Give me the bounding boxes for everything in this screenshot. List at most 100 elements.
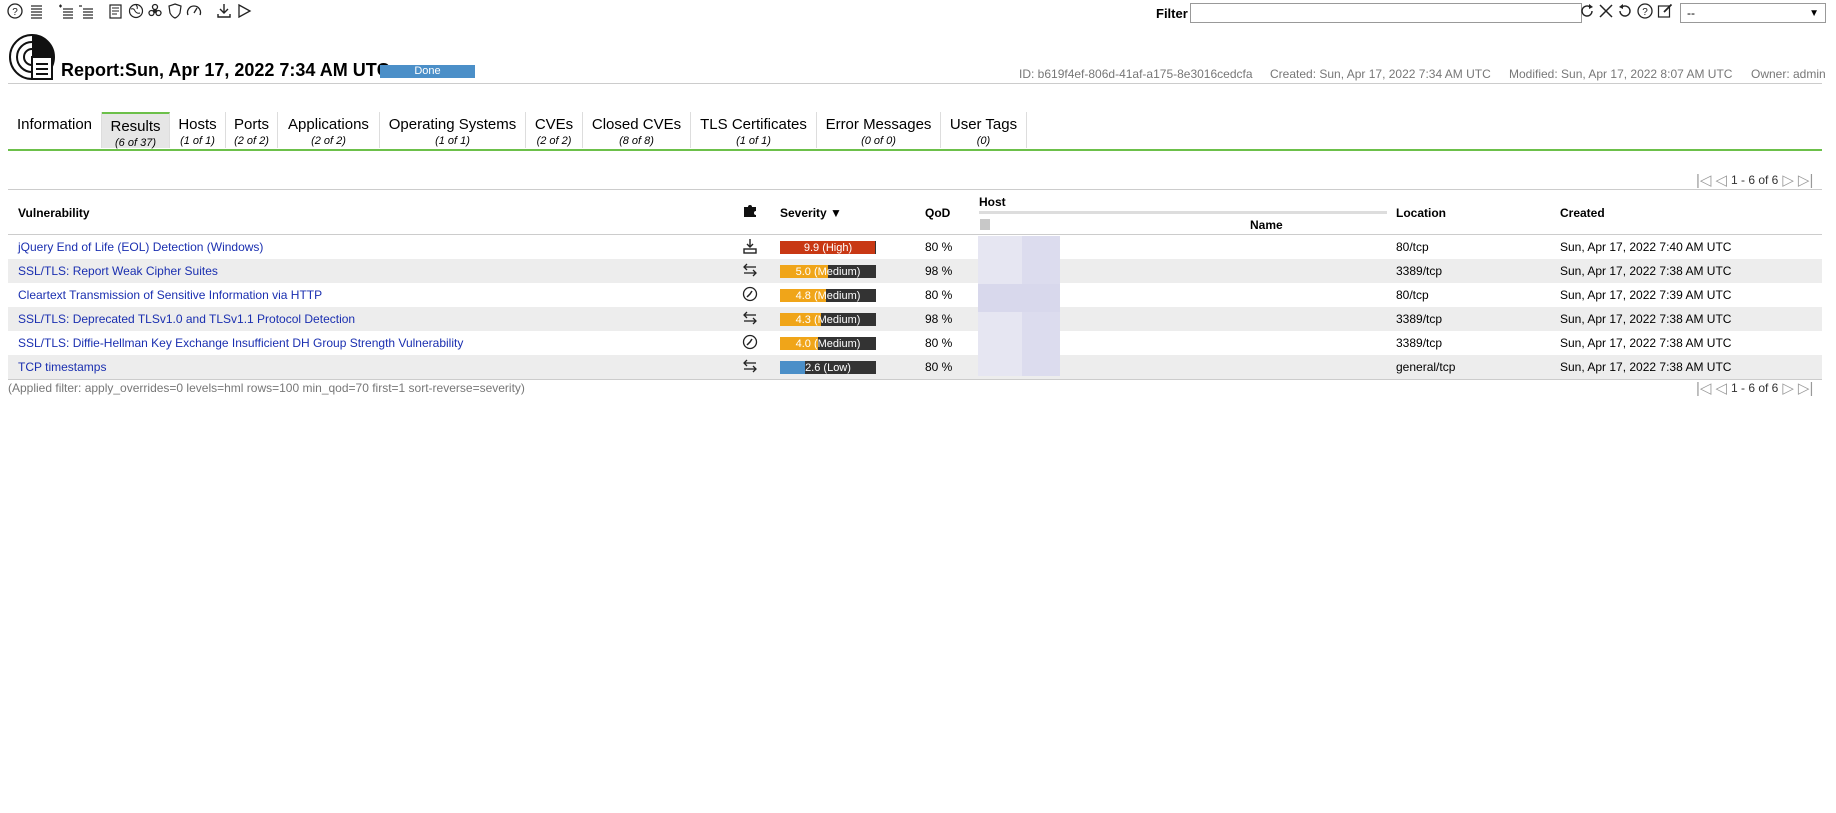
severity-label: 2.6 (Low) — [805, 362, 851, 374]
filter-help-icon[interactable]: ? — [1636, 2, 1654, 20]
tab-operating-systems[interactable]: Operating Systems (1 of 1) — [380, 112, 526, 148]
header-vulnerability[interactable]: Vulnerability — [18, 206, 90, 220]
biohazard-icon[interactable] — [146, 2, 164, 20]
header-qod[interactable]: QoD — [925, 206, 950, 220]
filter-select[interactable]: -- ▼ — [1680, 3, 1826, 23]
location-value: general/tcp — [1396, 360, 1456, 374]
report-icon[interactable] — [107, 2, 125, 20]
tab-user-tags[interactable]: User Tags (0) — [941, 112, 1027, 148]
severity-label: 4.8 (Medium) — [795, 290, 861, 302]
previous-page-icon[interactable]: ◁ — [1715, 171, 1727, 189]
vulnerability-link[interactable]: TCP timestamps — [18, 360, 106, 374]
pagination-bottom: |◁ ◁ 1 - 6 of 6 ▷ ▷| — [1696, 379, 1813, 397]
location-value: 3389/tcp — [1396, 264, 1443, 278]
header-divider — [8, 83, 1822, 84]
qod-value: 80 % — [925, 360, 953, 374]
previous-page-icon[interactable]: ◁ — [1715, 379, 1727, 397]
report-modified: Modified: Sun, Apr 17, 2022 8:07 AM UTC — [1509, 67, 1733, 81]
first-page-icon[interactable]: |◁ — [1696, 379, 1711, 397]
last-page-icon[interactable]: ▷| — [1798, 171, 1813, 189]
location-value: 3389/tcp — [1396, 312, 1443, 326]
help-icon[interactable]: ? — [6, 2, 24, 20]
tab-tls-certificates[interactable]: TLS Certificates (1 of 1) — [691, 112, 817, 148]
shield-icon[interactable] — [166, 2, 184, 20]
edit-filter-icon[interactable] — [1656, 2, 1674, 20]
list-icon[interactable] — [27, 2, 45, 20]
tab-hosts[interactable]: Hosts (1 of 1) — [170, 112, 226, 148]
severity-bar: 9.9 (High) — [780, 241, 876, 254]
table-row: TCP timestamps 2.6 (Low) 80 % general/tc… — [8, 355, 1822, 379]
severity-label: 5.0 (Medium) — [795, 266, 861, 278]
created-value: Sun, Apr 17, 2022 7:38 AM UTC — [1560, 264, 1732, 278]
tab-applications[interactable]: Applications (2 of 2) — [278, 112, 380, 148]
severity-label: 4.3 (Medium) — [795, 314, 861, 326]
tab-closed-cves[interactable]: Closed CVEs (8 of 8) — [583, 112, 691, 148]
applied-filter-text: (Applied filter: apply_overrides=0 level… — [8, 381, 525, 395]
workaround-icon — [742, 334, 760, 352]
created-value: Sun, Apr 17, 2022 7:38 AM UTC — [1560, 360, 1732, 374]
refresh-icon[interactable] — [1578, 2, 1596, 20]
severity-label: 9.9 (High) — [803, 242, 853, 254]
created-value: Sun, Apr 17, 2022 7:39 AM UTC — [1560, 288, 1732, 302]
tab-results[interactable]: Results (6 of 37) — [102, 112, 170, 149]
created-value: Sun, Apr 17, 2022 7:38 AM UTC — [1560, 312, 1732, 326]
table-bottom-border — [8, 379, 1822, 380]
tab-information[interactable]: Information — [8, 112, 102, 148]
header-created[interactable]: Created — [1560, 206, 1605, 220]
qod-value: 80 % — [925, 336, 953, 350]
download-icon[interactable] — [215, 2, 233, 20]
indent-list-icon[interactable] — [57, 2, 75, 20]
filter-input[interactable] — [1190, 3, 1582, 23]
svg-text:?: ? — [12, 7, 18, 18]
table-row: jQuery End of Life (EOL) Detection (Wind… — [8, 235, 1822, 259]
tab-cves[interactable]: CVEs (2 of 2) — [526, 112, 583, 148]
report-owner: Owner: admin — [1751, 67, 1826, 81]
host-header-rule — [979, 211, 1387, 214]
first-page-icon[interactable]: |◁ — [1696, 171, 1711, 189]
svg-text:?: ? — [1642, 7, 1648, 18]
host-redacted — [970, 232, 1070, 382]
pagination-text: 1 - 6 of 6 — [1730, 381, 1779, 395]
header-severity[interactable]: Severity ▼ — [780, 206, 842, 220]
header-location[interactable]: Location — [1396, 206, 1446, 220]
gauge-icon[interactable] — [185, 2, 203, 20]
created-value: Sun, Apr 17, 2022 7:38 AM UTC — [1560, 336, 1732, 350]
location-value: 3389/tcp — [1396, 336, 1443, 350]
vulnerability-link[interactable]: SSL/TLS: Report Weak Cipher Suites — [18, 264, 218, 278]
solution-type-icon — [742, 202, 760, 220]
host-ip-placeholder — [980, 219, 990, 230]
severity-label: 4.0 (Medium) — [795, 338, 861, 350]
list-options-icon[interactable] — [77, 2, 95, 20]
report-id: ID: b619f4ef-806d-41af-a175-8e3016cedcfa — [1019, 67, 1253, 81]
location-value: 80/tcp — [1396, 240, 1429, 254]
table-top-border — [8, 189, 1822, 190]
play-icon[interactable] — [235, 2, 253, 20]
mitigation-icon — [742, 262, 760, 280]
status-badge: Done — [380, 65, 475, 78]
created-value: Sun, Apr 17, 2022 7:40 AM UTC — [1560, 240, 1732, 254]
vulnerability-link[interactable]: SSL/TLS: Deprecated TLSv1.0 and TLSv1.1 … — [18, 312, 355, 326]
vendorfix-icon — [742, 238, 760, 256]
reset-filter-icon[interactable] — [1616, 2, 1634, 20]
table-row: SSL/TLS: Report Weak Cipher Suites 5.0 (… — [8, 259, 1822, 283]
next-page-icon[interactable]: ▷ — [1782, 171, 1794, 189]
mitigation-icon — [742, 358, 760, 376]
chevron-down-icon: ▼ — [1809, 7, 1819, 19]
vulnerability-link[interactable]: Cleartext Transmission of Sensitive Info… — [18, 288, 322, 302]
tab-ports[interactable]: Ports (2 of 2) — [226, 112, 278, 148]
clear-filter-icon[interactable] — [1597, 2, 1615, 20]
report-created: Created: Sun, Apr 17, 2022 7:34 AM UTC — [1270, 67, 1491, 81]
workaround-icon — [742, 286, 760, 304]
next-page-icon[interactable]: ▷ — [1782, 379, 1794, 397]
qod-value: 80 % — [925, 288, 953, 302]
header-name[interactable]: Name — [1250, 218, 1283, 232]
table-row: SSL/TLS: Diffie-Hellman Key Exchange Ins… — [8, 331, 1822, 355]
page-title: Report:Sun, Apr 17, 2022 7:34 AM UTC — [61, 60, 390, 80]
globe-icon[interactable] — [127, 2, 145, 20]
mitigation-icon — [742, 310, 760, 328]
vulnerability-link[interactable]: jQuery End of Life (EOL) Detection (Wind… — [18, 240, 263, 254]
last-page-icon[interactable]: ▷| — [1798, 379, 1813, 397]
table-row: SSL/TLS: Deprecated TLSv1.0 and TLSv1.1 … — [8, 307, 1822, 331]
tab-error-messages[interactable]: Error Messages (0 of 0) — [817, 112, 941, 148]
vulnerability-link[interactable]: SSL/TLS: Diffie-Hellman Key Exchange Ins… — [18, 336, 463, 350]
